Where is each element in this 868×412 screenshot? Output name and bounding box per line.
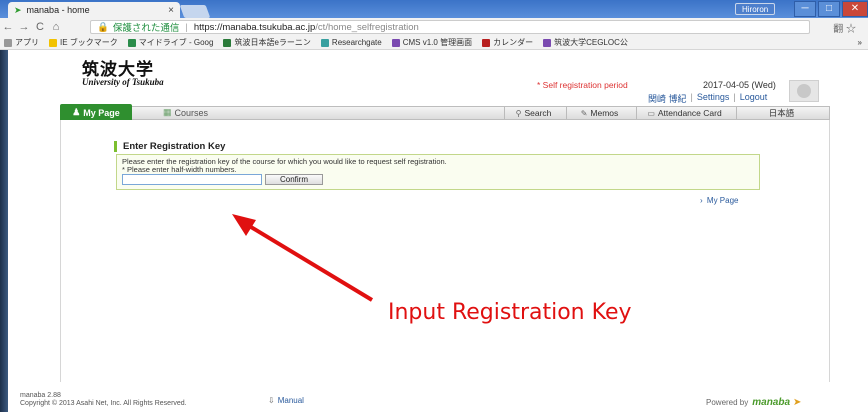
bookmark-item[interactable]: アプリ — [4, 37, 39, 48]
toolbar-right: 翻 ☆ — [833, 20, 856, 35]
settings-link[interactable]: Settings — [697, 92, 730, 105]
bookmark-icon — [49, 38, 57, 47]
window-close-button[interactable]: ✕ — [842, 1, 868, 17]
lock-icon: 🔒 — [97, 21, 109, 33]
secure-label: 保護された通信 — [112, 23, 180, 34]
home-icon[interactable]: ⌂ — [48, 21, 64, 33]
my-page-link[interactable]: › My Page — [700, 196, 738, 205]
attendance-label: Attendance Card — [657, 108, 722, 118]
tab-courses[interactable]: ▦ Courses — [163, 107, 208, 118]
url-separator: | — [185, 21, 188, 33]
window-minimize-button[interactable]: ─ — [794, 1, 816, 17]
bookmark-icon — [320, 38, 329, 47]
screenshot-root: ➤ manaba - home × Hiroron ─ □ ✕ ← → C ⌂ … — [0, 0, 868, 412]
back-icon[interactable]: ← — [0, 21, 16, 33]
browser-titlebar: ➤ manaba - home × Hiroron ─ □ ✕ — [0, 0, 868, 18]
bookmark-icon — [223, 38, 232, 47]
tab-my-page-label: My Page — [83, 107, 120, 118]
powered-by-label: Powered by — [706, 398, 749, 407]
university-logo-en: University of Tsukuba — [82, 77, 164, 87]
translate-icon[interactable]: 翻 — [833, 24, 843, 35]
user-menu: 関崎 博紀 | Settings | Logout — [648, 92, 767, 105]
bookmark-item[interactable]: Researchgate — [320, 38, 382, 47]
search-icon: ⚲ — [515, 108, 522, 118]
tab-title: manaba - home — [26, 5, 90, 15]
annotation-label: Input Registration Key — [388, 300, 632, 325]
current-date: 2017-04-05 (Wed) — [703, 80, 776, 90]
memo-icon: ✎ — [580, 108, 588, 118]
bookmarks-bar: アプリ IE ブックマーク マイドライブ - Goog 筑波日本語eラーニン Resea… — [0, 36, 868, 50]
bookmark-label: マイドライブ - Goog — [138, 38, 214, 47]
attendance-card-icon: ▭ — [647, 108, 655, 118]
registration-key-input[interactable] — [122, 174, 262, 185]
search-button[interactable]: ⚲ Search — [504, 107, 562, 119]
bookmark-item[interactable]: マイドライブ - Goog — [127, 37, 214, 48]
browser-user-badge[interactable]: Hiroron — [735, 3, 776, 15]
bookmark-label: カレンダー — [493, 38, 534, 47]
copyright-label: Copyright © 2013 Asahi Net, Inc. All Rig… — [20, 400, 187, 407]
courses-icon: ▦ — [163, 107, 172, 117]
avatar[interactable] — [789, 80, 819, 102]
bookmark-star-icon[interactable]: ☆ — [846, 24, 856, 35]
bookmark-item[interactable]: IE ブックマーク — [49, 37, 118, 48]
bookmark-icon — [4, 38, 12, 47]
url-host: https://manaba.tsukuba.ac.jp — [193, 21, 316, 33]
memos-label: Memos — [590, 108, 619, 118]
bookmark-label: IE ブックマーク — [60, 38, 118, 47]
language-button[interactable]: 日本語 — [736, 107, 826, 119]
bookmark-label: 筑波日本語eラーニン — [234, 38, 311, 47]
manaba-favicon-icon: ➤ — [14, 4, 22, 15]
reload-icon[interactable]: C — [32, 21, 48, 33]
new-tab-button[interactable] — [179, 5, 211, 18]
bookmark-icon — [127, 38, 136, 47]
avatar-face-icon — [797, 84, 811, 98]
memos-button[interactable]: ✎ Memos — [566, 107, 632, 119]
browser-toolbar: ← → C ⌂ 🔒 保護された通信 | https://manaba.tsuku… — [0, 18, 868, 36]
bookmark-label: Researchgate — [331, 38, 382, 47]
desktop-edge — [0, 50, 8, 412]
bookmark-icon — [482, 38, 491, 47]
bookmark-icon — [391, 38, 400, 47]
section-title: Enter Registration Key — [114, 141, 225, 152]
confirm-button[interactable]: Confirm — [265, 174, 323, 185]
self-registration-notice: * Self registration period — [537, 80, 628, 90]
manual-label: Manual — [277, 396, 304, 405]
bookmark-item[interactable]: 筑波日本語eラーニン — [223, 37, 311, 48]
user-name-link[interactable]: 関崎 博紀 — [648, 92, 687, 105]
tab-close-icon[interactable]: × — [168, 5, 174, 16]
bookmark-item[interactable]: カレンダー — [482, 37, 533, 48]
attendance-card-button[interactable]: ▭ Attendance Card — [636, 107, 732, 119]
bookmark-icon — [543, 38, 552, 47]
bookmark-label: 筑波大学CEGLOC公 — [554, 38, 628, 47]
manual-link[interactable]: ⇩ Manual — [268, 396, 304, 405]
address-input[interactable]: 🔒 保護された通信 | https://manaba.tsukuba.ac.jp… — [90, 20, 810, 34]
separator: | — [733, 92, 736, 102]
forward-icon[interactable]: → — [16, 21, 32, 33]
bookmark-label: アプリ — [15, 38, 39, 47]
chevron-right-icon: › — [700, 196, 703, 205]
tab-my-page[interactable]: ♟ My Page — [60, 104, 132, 121]
separator: | — [690, 92, 693, 102]
half-width-note: * Please enter half-width numbers. — [122, 165, 237, 174]
more-bookmarks-icon[interactable]: » — [858, 38, 862, 47]
url-path: /ct/home_selfregistration — [315, 21, 419, 33]
search-label: Search — [524, 108, 552, 118]
powered-by: Powered by manaba ➤ — [706, 397, 801, 408]
tab-courses-label: Courses — [174, 107, 209, 118]
logout-link[interactable]: Logout — [740, 92, 768, 105]
bookmark-label: CMS v1.0 管理画面 — [402, 38, 473, 47]
browser-tab[interactable]: ➤ manaba - home × — [8, 2, 180, 18]
bookmark-item[interactable]: CMS v1.0 管理画面 — [391, 37, 473, 48]
my-page-link-label: My Page — [706, 196, 739, 205]
bookmark-item[interactable]: 筑波大学CEGLOC公 — [543, 37, 628, 48]
user-icon: ♟ — [72, 107, 81, 117]
version-label: manaba 2.88 — [20, 392, 61, 399]
window-maximize-button[interactable]: □ — [818, 1, 840, 17]
download-icon: ⇩ — [268, 396, 275, 405]
manaba-bird-icon: ➤ — [793, 397, 802, 408]
manaba-brand: manaba — [752, 397, 791, 408]
